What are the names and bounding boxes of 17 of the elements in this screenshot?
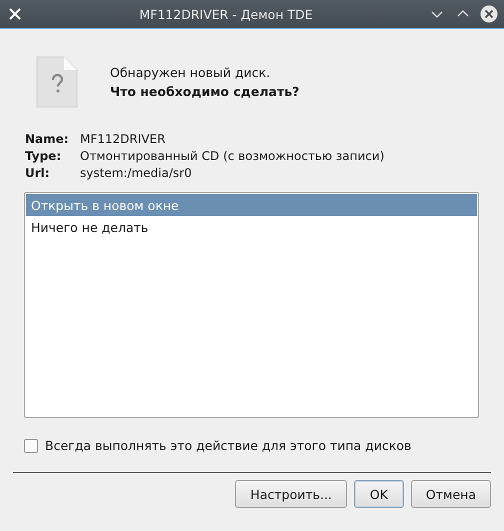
checkbox-label: Всегда выполнять это действие для этого типа дисков xyxy=(45,438,412,453)
action-item[interactable]: Ничего не делать xyxy=(26,216,477,238)
dialog-button[interactable]: OK xyxy=(354,480,404,508)
question-text: Что необходимо сделать? xyxy=(110,84,300,99)
dialog-button[interactable]: Отмена xyxy=(410,480,491,508)
info-label: Type: xyxy=(25,149,62,163)
unknown-file-icon xyxy=(36,56,78,108)
dialog-button[interactable]: Настроить... xyxy=(235,480,347,508)
info-value: MF112DRIVER xyxy=(80,132,166,146)
info-value: system:/media/sr0 xyxy=(80,166,193,180)
window-title: MF112DRIVER - Демон TDE xyxy=(138,6,314,22)
info-label: Url: xyxy=(25,166,51,180)
info-value: Отмонтированный CD (с возможностью записи) xyxy=(80,149,384,163)
info-label: Name: xyxy=(25,132,70,146)
message-text: Обнаружен новый диск. xyxy=(110,65,272,80)
checkbox[interactable] xyxy=(24,438,38,452)
close-icon[interactable] xyxy=(480,5,498,23)
